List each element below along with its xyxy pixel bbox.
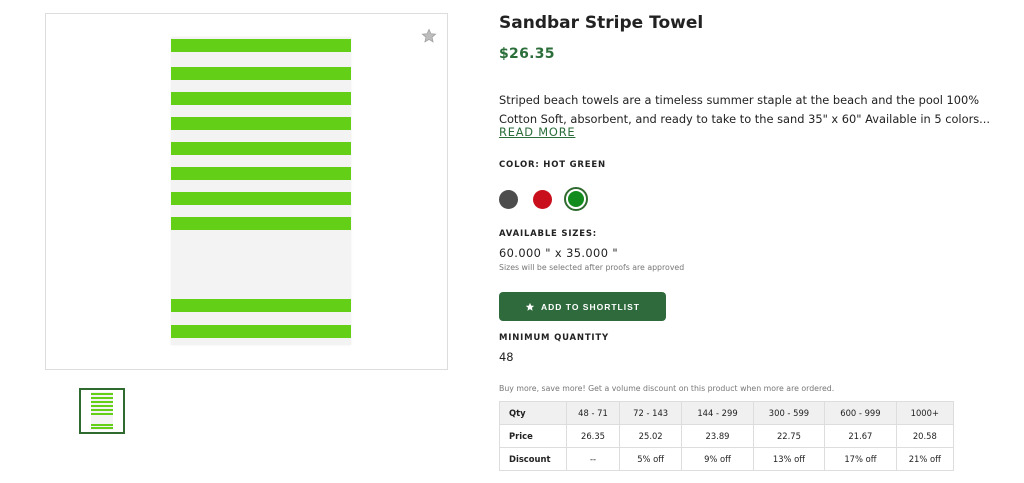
favorite-star-icon[interactable]: [417, 24, 441, 48]
read-more-link[interactable]: READ MORE: [499, 125, 575, 139]
price-cell: 26.35: [565, 424, 621, 448]
qty-cell: 144 - 299: [681, 401, 754, 425]
product-price: $26.35: [499, 46, 555, 62]
table-row: Discount -- 5% off 9% off 13% off 17% of…: [499, 447, 955, 471]
qty-header: Qty: [499, 401, 567, 425]
star-icon: [525, 302, 535, 312]
thumbnail-1[interactable]: [79, 388, 125, 434]
qty-cell: 72 - 143: [619, 401, 683, 425]
swatch-gray[interactable]: [499, 189, 518, 209]
size-note: Sizes will be selected after proofs are …: [499, 263, 685, 272]
product-image-towel: [171, 37, 351, 345]
bulk-discount-note: Buy more, save more! Get a volume discou…: [499, 384, 835, 393]
discount-cell: 13% off: [752, 447, 826, 471]
discount-cell: 5% off: [619, 447, 683, 471]
product-image-frame: [45, 13, 448, 370]
color-label: COLOR: HOT GREEN: [499, 160, 606, 170]
price-cell: 21.67: [824, 424, 897, 448]
discount-header: Discount: [499, 447, 567, 471]
product-title: Sandbar Stripe Towel: [499, 13, 704, 33]
size-value: 60.000 " x 35.000 ": [499, 246, 619, 260]
price-cell: 22.75: [752, 424, 826, 448]
price-cell: 25.02: [619, 424, 683, 448]
sizes-label: AVAILABLE SIZES:: [499, 229, 597, 239]
minimum-quantity-label: MINIMUM QUANTITY: [499, 333, 609, 343]
price-header: Price: [499, 424, 567, 448]
pricing-table: Qty 48 - 71 72 - 143 144 - 299 300 - 599…: [499, 401, 955, 471]
discount-cell: 21% off: [895, 447, 955, 471]
color-swatches: [499, 187, 603, 211]
discount-cell: 9% off: [681, 447, 754, 471]
price-cell: 20.58: [895, 424, 955, 448]
swatch-hot-green[interactable]: [564, 187, 588, 211]
price-cell: 23.89: [681, 424, 754, 448]
description-line: Striped beach towels are a timeless summ…: [499, 93, 980, 107]
minimum-quantity-value: 48: [499, 350, 514, 364]
add-to-shortlist-label: ADD TO SHORTLIST: [541, 301, 640, 312]
swatch-red[interactable]: [533, 189, 552, 209]
thumbnail-towel-image: [91, 392, 113, 430]
add-to-shortlist-button[interactable]: ADD TO SHORTLIST: [499, 292, 666, 321]
discount-cell: 17% off: [824, 447, 897, 471]
table-row: Qty 48 - 71 72 - 143 144 - 299 300 - 599…: [499, 401, 955, 425]
qty-cell: 1000+: [895, 401, 955, 425]
product-description: Striped beach towels are a timeless summ…: [499, 91, 990, 129]
qty-cell: 600 - 999: [824, 401, 897, 425]
qty-cell: 300 - 599: [752, 401, 826, 425]
qty-cell: 48 - 71: [565, 401, 621, 425]
table-row: Price 26.35 25.02 23.89 22.75 21.67 20.5…: [499, 424, 955, 448]
discount-cell: --: [565, 447, 621, 471]
